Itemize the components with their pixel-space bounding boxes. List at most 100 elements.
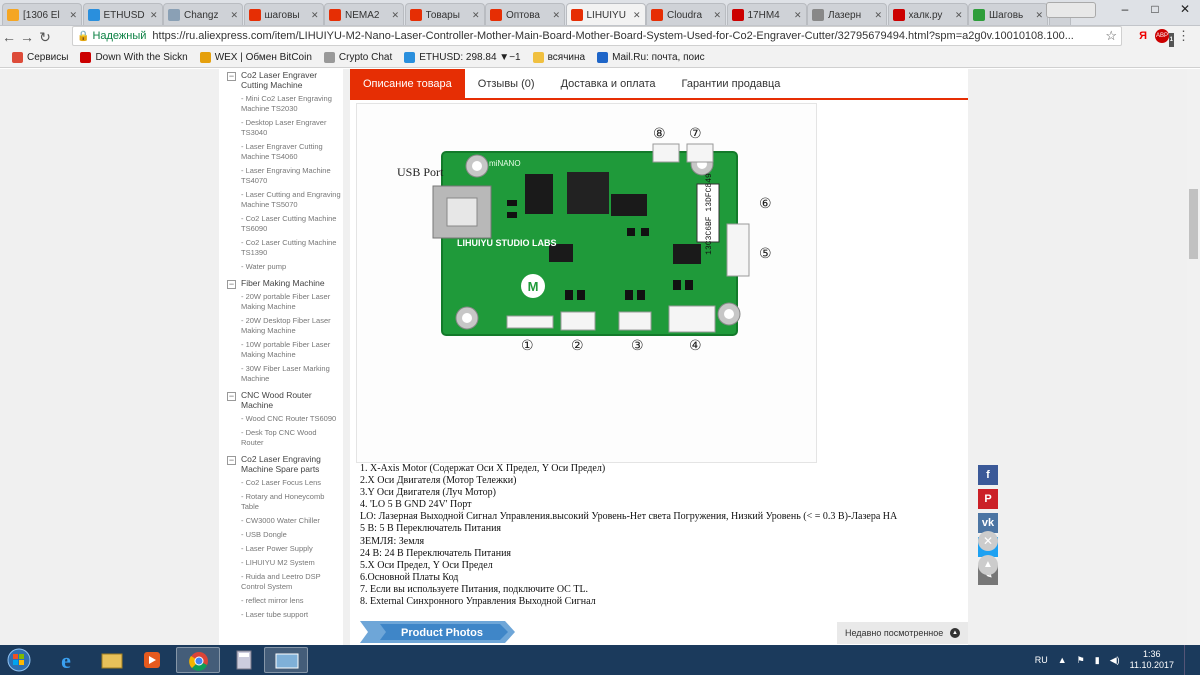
browser-tab[interactable]: шаговы ✕: [243, 3, 324, 25]
media-player-icon[interactable]: [130, 647, 174, 673]
chrome-icon[interactable]: [176, 647, 220, 673]
sidebar-item[interactable]: - Laser Engraving Machine TS4070: [219, 164, 343, 188]
scrollbar-thumb[interactable]: [1189, 189, 1198, 259]
bookmark-item[interactable]: Mail.Ru: почта, поис: [597, 52, 705, 63]
sidebar-item[interactable]: - Co2 Laser Cutting Machine TS1390: [219, 236, 343, 260]
clock[interactable]: 1:36 11.10.2017: [1130, 649, 1174, 671]
bookmark-item[interactable]: Сервисы: [12, 52, 68, 63]
sidebar-item[interactable]: - reflect mirror lens: [219, 594, 343, 608]
bookmark-item[interactable]: WEX | Обмен BitCoin: [199, 52, 312, 63]
browser-tab[interactable]: Оптова ✕: [485, 3, 565, 25]
collapse-icon[interactable]: −: [227, 392, 236, 401]
tab-close-icon[interactable]: ✕: [874, 10, 882, 21]
browser-tab[interactable]: Cloudra ✕: [646, 3, 726, 25]
calculator-icon[interactable]: [222, 647, 266, 673]
vk-icon[interactable]: vk: [978, 513, 998, 533]
scroll-top-button[interactable]: ▲: [978, 555, 998, 575]
browser-tab[interactable]: Changz ✕: [163, 3, 243, 25]
tab-close-icon[interactable]: ✕: [794, 10, 802, 21]
yandex-ext-icon[interactable]: Я: [1139, 30, 1147, 42]
sidebar-item[interactable]: - Laser Cutting and Engraving Machine TS…: [219, 188, 343, 212]
browser-tab[interactable]: NEMA2 ✕: [324, 3, 404, 25]
sidebar-category[interactable]: − Co2 Laser Engraving Machine Spare parts: [219, 450, 343, 476]
tray-arrow-icon[interactable]: ▲: [1058, 655, 1067, 665]
flag-icon[interactable]: ⚑: [1077, 655, 1085, 666]
collapse-icon[interactable]: −: [227, 280, 236, 289]
start-button[interactable]: [4, 647, 38, 673]
bookmark-item[interactable]: всячина: [532, 52, 585, 63]
bookmark-star-icon[interactable]: ☆: [1105, 28, 1117, 44]
browser-tab[interactable]: Шаговь ✕: [968, 3, 1048, 25]
url-text[interactable]: https://ru.aliexpress.com/item/LIHUIYU-M…: [152, 30, 1101, 42]
minimize-button[interactable]: ‒: [1110, 0, 1140, 20]
reload-icon[interactable]: ↻: [36, 29, 54, 46]
tab-close-icon[interactable]: ✕: [69, 10, 77, 21]
close-window-button[interactable]: ✕: [1170, 0, 1200, 20]
browser-tab[interactable]: 17HM4 ✕: [726, 3, 807, 25]
address-bar[interactable]: 🔒 Надежный https://ru.aliexpress.com/ite…: [72, 26, 1122, 46]
sidebar-item[interactable]: - CW3000 Water Chiller: [219, 514, 343, 528]
browser-tab[interactable]: [1306 El ✕: [2, 3, 82, 25]
sidebar-item[interactable]: - 20W Desktop Fiber Laser Making Machine: [219, 314, 343, 338]
product-tab[interactable]: Гарантии продавца: [668, 69, 793, 98]
sidebar-item[interactable]: - Ruida and Leetro DSP Control System: [219, 570, 343, 594]
close-share-button[interactable]: ✕: [978, 531, 998, 551]
facebook-icon[interactable]: f: [978, 465, 998, 485]
sidebar-item[interactable]: - 30W Fiber Laser Marking Machine: [219, 362, 343, 386]
sidebar-item[interactable]: - 10W portable Fiber Laser Making Machin…: [219, 338, 343, 362]
sidebar-item[interactable]: - Laser tube support: [219, 608, 343, 622]
tab-close-icon[interactable]: ✕: [713, 10, 721, 21]
tab-close-icon[interactable]: ✕: [633, 10, 641, 21]
recently-viewed-bar[interactable]: Недавно посмотренное ▲: [837, 622, 968, 644]
sidebar-item[interactable]: - Laser Power Supply: [219, 542, 343, 556]
sidebar-item[interactable]: - Desktop Laser Engraver TS3040: [219, 116, 343, 140]
product-tab[interactable]: Описание товара: [350, 69, 465, 98]
sidebar-category[interactable]: − CNC Wood Router Machine: [219, 386, 343, 412]
tab-close-icon[interactable]: ✕: [391, 10, 399, 21]
product-tab[interactable]: Доставка и оплата: [548, 69, 669, 98]
menu-icon[interactable]: ⋮: [1177, 28, 1190, 44]
sidebar-item[interactable]: - Mini Co2 Laser Engraving Machine TS203…: [219, 92, 343, 116]
bookmark-item[interactable]: ETHUSD: 298.84 ▼−1: [404, 52, 521, 63]
browser-tab[interactable]: LIHUIYU ✕: [565, 3, 646, 25]
sidebar-item[interactable]: - LIHUIYU M2 System: [219, 556, 343, 570]
sidebar-item[interactable]: - Co2 Laser Focus Lens: [219, 476, 343, 490]
browser-tab[interactable]: Товары ✕: [404, 3, 485, 25]
maximize-button[interactable]: □: [1140, 0, 1170, 20]
tab-close-icon[interactable]: ✕: [552, 10, 560, 21]
tab-close-icon[interactable]: ✕: [1035, 10, 1043, 21]
collapse-icon[interactable]: −: [227, 72, 236, 81]
tab-close-icon[interactable]: ✕: [472, 10, 480, 21]
pinterest-icon[interactable]: P: [978, 489, 998, 509]
sidebar-item[interactable]: - Water pump: [219, 260, 343, 274]
browser-tab[interactable]: халк.ру ✕: [887, 3, 968, 25]
product-tab[interactable]: Отзывы (0): [465, 69, 548, 98]
language-indicator[interactable]: RU: [1035, 655, 1048, 665]
sidebar-item[interactable]: - Wood CNC Router TS6090: [219, 412, 343, 426]
volume-icon[interactable]: ◀): [1110, 655, 1120, 666]
screenshot-tool-icon[interactable]: [264, 647, 308, 673]
adblock-ext-icon[interactable]: ABP 1: [1155, 29, 1174, 47]
tab-close-icon[interactable]: ✕: [955, 10, 963, 21]
bookmark-item[interactable]: Crypto Chat: [323, 52, 392, 63]
page-scrollbar[interactable]: [1187, 69, 1200, 645]
collapse-icon[interactable]: −: [227, 456, 236, 465]
show-desktop-button[interactable]: [1184, 645, 1192, 675]
profile-button[interactable]: [1046, 2, 1096, 18]
network-icon[interactable]: ▮: [1095, 655, 1100, 666]
tab-close-icon[interactable]: ✕: [311, 10, 319, 21]
sidebar-item[interactable]: - USB Dongle: [219, 528, 343, 542]
explorer-icon[interactable]: [90, 647, 134, 673]
tab-close-icon[interactable]: ✕: [230, 10, 238, 21]
forward-icon[interactable]: →: [18, 29, 36, 45]
sidebar-item[interactable]: - Co2 Laser Cutting Machine TS6090: [219, 212, 343, 236]
bookmark-item[interactable]: Down With the Sickn: [80, 52, 188, 63]
browser-tab[interactable]: Лазерн ✕: [807, 3, 887, 25]
sidebar-item[interactable]: - Laser Engraver Cutting Machine TS4060: [219, 140, 343, 164]
sidebar-item[interactable]: - Desk Top CNC Wood Router: [219, 426, 343, 450]
sidebar-item[interactable]: - Rotary and Honeycomb Table: [219, 490, 343, 514]
sidebar-category[interactable]: − Co2 Laser Engraver Cutting Machine: [219, 69, 343, 92]
browser-tab[interactable]: ETHUSD ✕: [82, 3, 163, 25]
back-icon[interactable]: ←: [0, 29, 18, 45]
ie-icon[interactable]: e: [44, 647, 88, 673]
